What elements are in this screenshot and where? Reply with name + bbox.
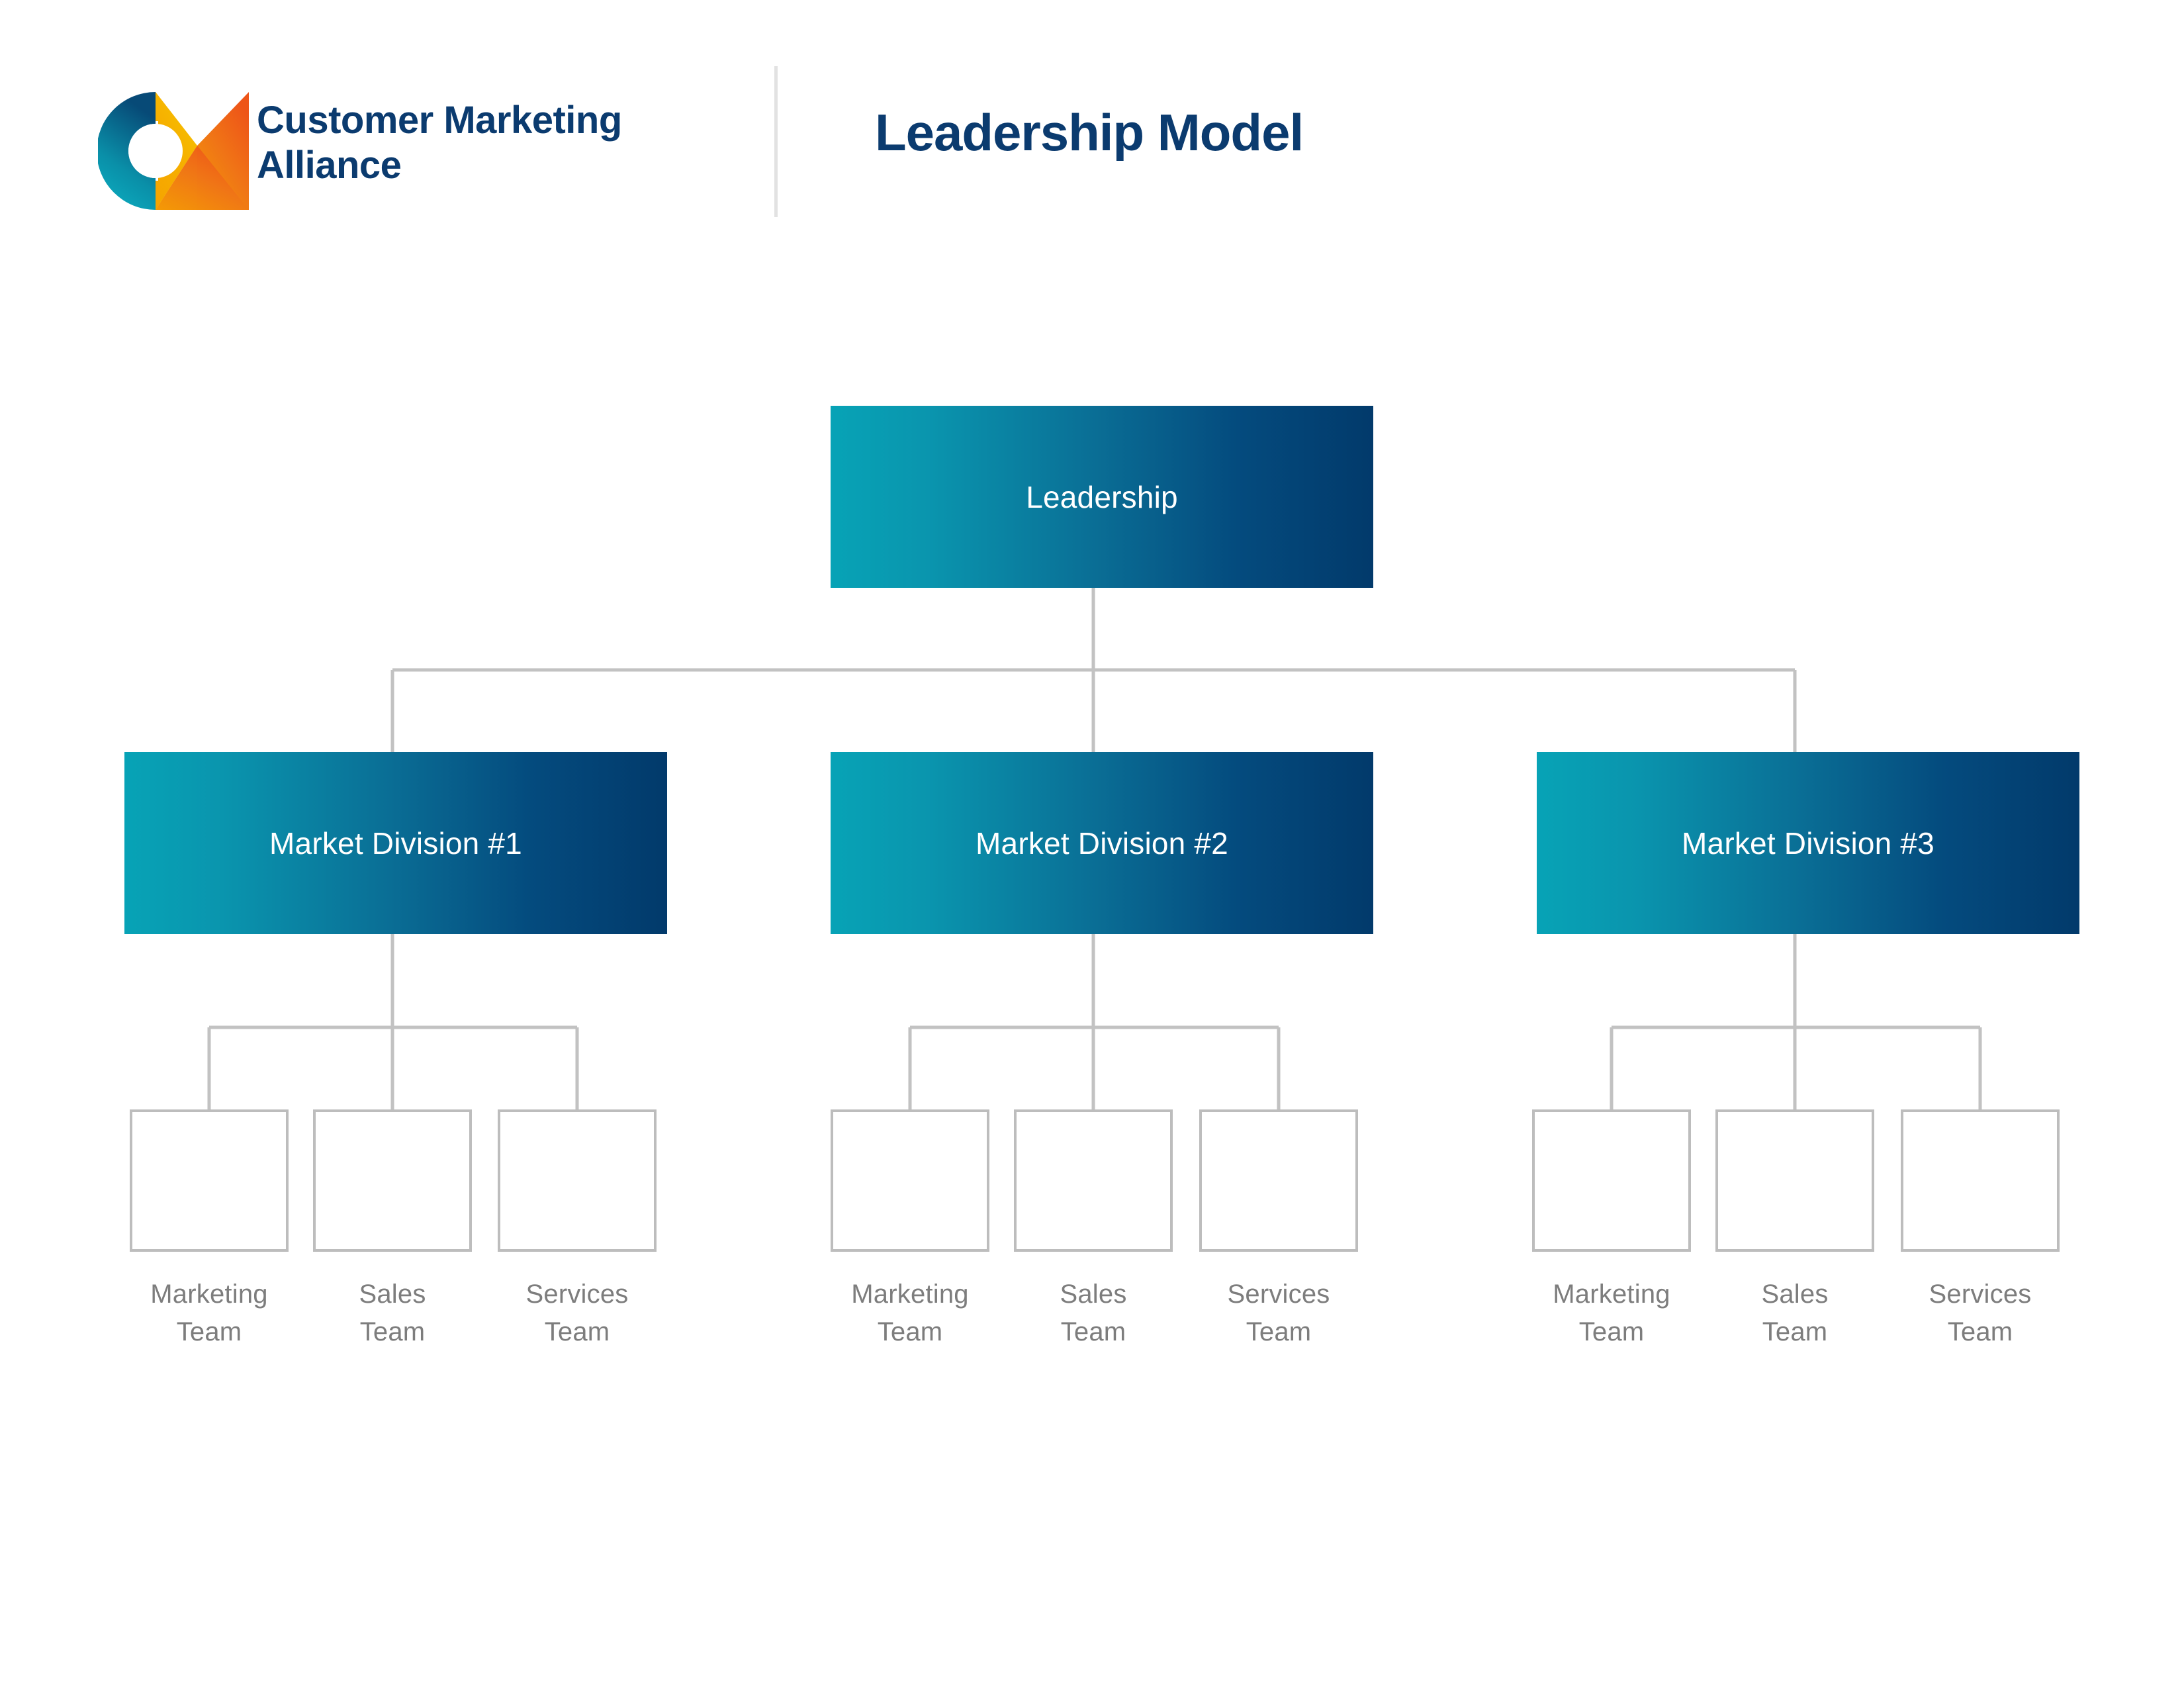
leaf-d2-sales-team[interactable]: Sales Team — [1014, 1109, 1173, 1351]
leaf-label: Sales Team — [1014, 1276, 1173, 1351]
leaf-label: Marketing Team — [831, 1276, 989, 1351]
leaf-d3-sales-team[interactable]: Sales Team — [1715, 1109, 1874, 1351]
node-market-division-3[interactable]: Market Division #3 — [1537, 752, 2079, 934]
leaf-box[interactable] — [1014, 1109, 1173, 1252]
leaf-label: Services Team — [1901, 1276, 2060, 1351]
leaf-label: Marketing Team — [1532, 1276, 1691, 1351]
leaf-d1-marketing-team[interactable]: Marketing Team — [130, 1109, 289, 1351]
leaf-d1-sales-team[interactable]: Sales Team — [313, 1109, 472, 1351]
leaf-label-line2: Team — [1060, 1317, 1126, 1346]
leaf-box[interactable] — [1715, 1109, 1874, 1252]
leaf-d1-services-team[interactable]: Services Team — [498, 1109, 657, 1351]
node-leadership[interactable]: Leadership — [831, 406, 1373, 588]
leaf-box[interactable] — [1901, 1109, 2060, 1252]
leaf-label-line2: Team — [176, 1317, 242, 1346]
leaf-label-line2: Team — [544, 1317, 610, 1346]
leaf-box[interactable] — [1199, 1109, 1358, 1252]
leaf-d2-marketing-team[interactable]: Marketing Team — [831, 1109, 989, 1351]
leaf-label-line1: Services — [1929, 1280, 2032, 1309]
leaf-label-line1: Sales — [359, 1280, 426, 1309]
org-chart: Leadership Market Division #1 Market Div… — [0, 0, 2184, 1688]
leaf-label-line1: Sales — [1060, 1280, 1127, 1309]
leaf-label-line2: Team — [1246, 1317, 1312, 1346]
leaf-label-line1: Sales — [1761, 1280, 1829, 1309]
leaf-box[interactable] — [498, 1109, 657, 1252]
leaf-label: Services Team — [1199, 1276, 1358, 1351]
leaf-box[interactable] — [313, 1109, 472, 1252]
node-market-division-2[interactable]: Market Division #2 — [831, 752, 1373, 934]
leaf-box[interactable] — [1532, 1109, 1691, 1252]
leaf-label-line2: Team — [1578, 1317, 1645, 1346]
leaf-label: Services Team — [498, 1276, 657, 1351]
leaf-box[interactable] — [130, 1109, 289, 1252]
leaf-box[interactable] — [831, 1109, 989, 1252]
leaf-d2-services-team[interactable]: Services Team — [1199, 1109, 1358, 1351]
leaf-label-line1: Marketing — [851, 1280, 969, 1309]
leaf-label: Sales Team — [1715, 1276, 1874, 1351]
leaf-label: Marketing Team — [130, 1276, 289, 1351]
leaf-d3-marketing-team[interactable]: Marketing Team — [1532, 1109, 1691, 1351]
leaf-label-line1: Services — [1227, 1280, 1330, 1309]
leaf-d3-services-team[interactable]: Services Team — [1901, 1109, 2060, 1351]
leaf-label-line2: Team — [359, 1317, 426, 1346]
leaf-label: Sales Team — [313, 1276, 472, 1351]
node-market-division-1[interactable]: Market Division #1 — [124, 752, 667, 934]
leaf-label-line1: Marketing — [150, 1280, 268, 1309]
leaf-label-line2: Team — [877, 1317, 943, 1346]
leaf-label-line1: Services — [525, 1280, 629, 1309]
leaf-label-line2: Team — [1947, 1317, 2013, 1346]
leaf-label-line2: Team — [1762, 1317, 1828, 1346]
leaf-label-line1: Marketing — [1553, 1280, 1670, 1309]
